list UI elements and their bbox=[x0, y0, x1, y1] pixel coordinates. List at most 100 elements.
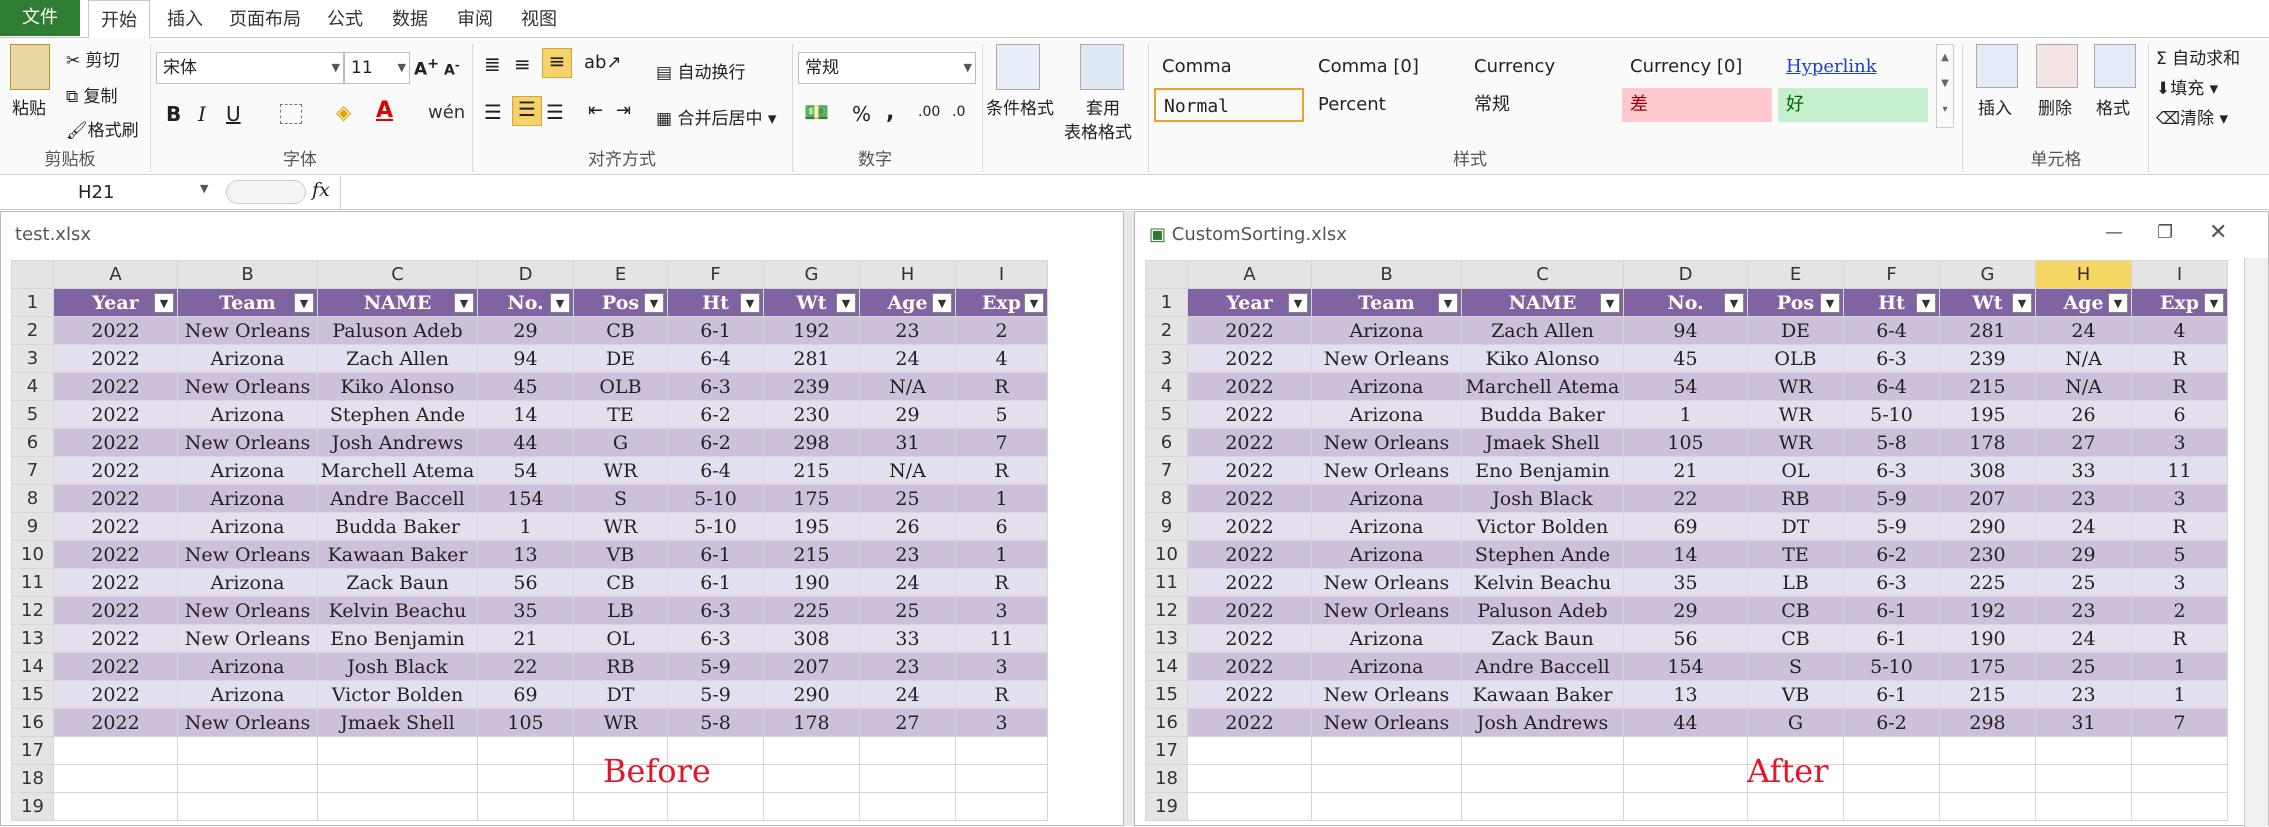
filter-dropdown-icon[interactable]: ▼ bbox=[1600, 293, 1620, 313]
row-header[interactable]: 16 bbox=[1145, 708, 1188, 737]
table-cell[interactable]: 2022 bbox=[1187, 624, 1312, 653]
table-cell[interactable]: WR bbox=[573, 512, 668, 541]
table-cell[interactable]: R bbox=[2131, 512, 2228, 541]
table-cell[interactable]: 298 bbox=[1939, 708, 2036, 737]
table-cell[interactable]: 2022 bbox=[1187, 400, 1312, 429]
table-cell[interactable]: Jmaek Shell bbox=[1461, 428, 1624, 457]
table-cell[interactable]: Arizona bbox=[177, 456, 318, 485]
table-cell[interactable]: 2022 bbox=[53, 568, 178, 597]
row-header[interactable]: 4 bbox=[1145, 372, 1188, 401]
table-cell[interactable]: New Orleans bbox=[1311, 456, 1462, 485]
table-cell[interactable]: 3 bbox=[2131, 428, 2228, 457]
table-cell[interactable]: 225 bbox=[1939, 568, 2036, 597]
table-cell[interactable]: 2022 bbox=[53, 708, 178, 737]
table-cell[interactable]: 31 bbox=[859, 428, 956, 457]
table-cell[interactable]: 13 bbox=[477, 540, 574, 569]
table-cell[interactable]: 207 bbox=[1939, 484, 2036, 513]
table-cell[interactable]: Arizona bbox=[1311, 484, 1462, 513]
table-cell[interactable]: 192 bbox=[763, 316, 860, 345]
empty-cell[interactable] bbox=[667, 792, 764, 821]
empty-cell[interactable] bbox=[53, 736, 178, 765]
empty-cell[interactable] bbox=[2035, 764, 2132, 793]
table-cell[interactable]: N/A bbox=[2035, 372, 2132, 401]
table-cell[interactable]: 11 bbox=[955, 624, 1048, 653]
empty-cell[interactable] bbox=[53, 764, 178, 793]
decrease-indent-icon[interactable]: ⇤ bbox=[588, 100, 603, 121]
table-cell[interactable]: 44 bbox=[477, 428, 574, 457]
filter-dropdown-icon[interactable]: ▼ bbox=[2012, 293, 2032, 313]
table-cell[interactable]: New Orleans bbox=[1311, 344, 1462, 373]
table-cell[interactable]: 190 bbox=[763, 568, 860, 597]
italic-button[interactable]: I bbox=[198, 102, 206, 126]
row-header[interactable]: 13 bbox=[11, 624, 54, 653]
row-header[interactable]: 14 bbox=[1145, 652, 1188, 681]
table-cell[interactable]: 2022 bbox=[53, 484, 178, 513]
empty-cell[interactable] bbox=[2131, 736, 2228, 765]
table-cell[interactable]: 22 bbox=[1623, 484, 1748, 513]
table-cell[interactable]: 6-1 bbox=[667, 316, 764, 345]
empty-cell[interactable] bbox=[177, 764, 318, 793]
table-cell[interactable]: VB bbox=[1747, 680, 1844, 709]
column-header[interactable]: G bbox=[763, 260, 860, 289]
empty-cell[interactable] bbox=[859, 792, 956, 821]
table-cell[interactable]: Josh Andrews bbox=[1461, 708, 1624, 737]
table-cell[interactable]: 6-2 bbox=[667, 400, 764, 429]
table-cell[interactable]: Kiko Alonso bbox=[1461, 344, 1624, 373]
empty-cell[interactable] bbox=[1187, 792, 1312, 821]
row-header[interactable]: 18 bbox=[11, 764, 54, 793]
table-cell[interactable]: 3 bbox=[2131, 568, 2228, 597]
table-cell[interactable]: New Orleans bbox=[1311, 708, 1462, 737]
table-cell[interactable]: 2022 bbox=[53, 372, 178, 401]
table-cell[interactable]: Zach Allen bbox=[1461, 316, 1624, 345]
row-header[interactable]: 16 bbox=[11, 708, 54, 737]
table-cell[interactable]: 308 bbox=[763, 624, 860, 653]
table-cell[interactable]: Eno Benjamin bbox=[317, 624, 478, 653]
style-good[interactable]: 好 bbox=[1778, 88, 1928, 122]
table-cell[interactable]: CB bbox=[1747, 624, 1844, 653]
align-bottom-icon[interactable]: ≡ bbox=[542, 48, 572, 78]
table-cell[interactable]: 308 bbox=[1939, 456, 2036, 485]
table-cell[interactable]: New Orleans bbox=[177, 624, 318, 653]
row-header[interactable]: 6 bbox=[1145, 428, 1188, 457]
table-cell[interactable]: DE bbox=[573, 344, 668, 373]
table-cell[interactable]: Kawaan Baker bbox=[317, 540, 478, 569]
empty-cell[interactable] bbox=[1939, 764, 2036, 793]
table-cell[interactable]: New Orleans bbox=[1311, 428, 1462, 457]
table-cell[interactable]: 24 bbox=[859, 568, 956, 597]
orientation-icon[interactable]: ab↗ bbox=[584, 52, 622, 73]
table-cell[interactable]: 23 bbox=[2035, 680, 2132, 709]
table-cell[interactable]: 1 bbox=[955, 540, 1048, 569]
empty-cell[interactable] bbox=[1311, 736, 1462, 765]
table-cell[interactable]: 2022 bbox=[53, 596, 178, 625]
table-cell[interactable]: Stephen Ande bbox=[317, 400, 478, 429]
style-hyperlink[interactable]: Hyperlink bbox=[1778, 50, 1928, 84]
table-cell[interactable]: TE bbox=[1747, 540, 1844, 569]
table-cell[interactable]: CB bbox=[1747, 596, 1844, 625]
table-cell[interactable]: Arizona bbox=[1311, 372, 1462, 401]
table-cell[interactable]: G bbox=[573, 428, 668, 457]
row-header[interactable]: 2 bbox=[11, 316, 54, 345]
table-cell[interactable]: 6-3 bbox=[1843, 568, 1940, 597]
table-cell[interactable]: 290 bbox=[1939, 512, 2036, 541]
table-cell[interactable]: S bbox=[573, 484, 668, 513]
table-cell[interactable]: 3 bbox=[2131, 484, 2228, 513]
format-painter-button[interactable]: 🖌格式刷 bbox=[66, 116, 139, 141]
table-cell[interactable]: 2022 bbox=[1187, 484, 1312, 513]
column-header[interactable]: B bbox=[177, 260, 318, 289]
empty-cell[interactable] bbox=[1311, 792, 1462, 821]
table-cell[interactable]: 24 bbox=[2035, 624, 2132, 653]
row-header[interactable]: 3 bbox=[11, 344, 54, 373]
row-header[interactable]: 2 bbox=[1145, 316, 1188, 345]
align-left-icon[interactable]: ☰ bbox=[484, 100, 502, 124]
table-cell[interactable]: Zach Allen bbox=[317, 344, 478, 373]
table-cell[interactable]: 33 bbox=[859, 624, 956, 653]
row-header[interactable]: 15 bbox=[11, 680, 54, 709]
empty-cell[interactable] bbox=[763, 736, 860, 765]
table-cell[interactable]: Arizona bbox=[1311, 652, 1462, 681]
empty-cell[interactable] bbox=[763, 792, 860, 821]
table-cell[interactable]: WR bbox=[1747, 372, 1844, 401]
empty-cell[interactable] bbox=[317, 792, 478, 821]
phonetic-icon[interactable]: wén bbox=[428, 102, 465, 123]
table-cell[interactable]: Arizona bbox=[177, 568, 318, 597]
row-header[interactable]: 12 bbox=[1145, 596, 1188, 625]
